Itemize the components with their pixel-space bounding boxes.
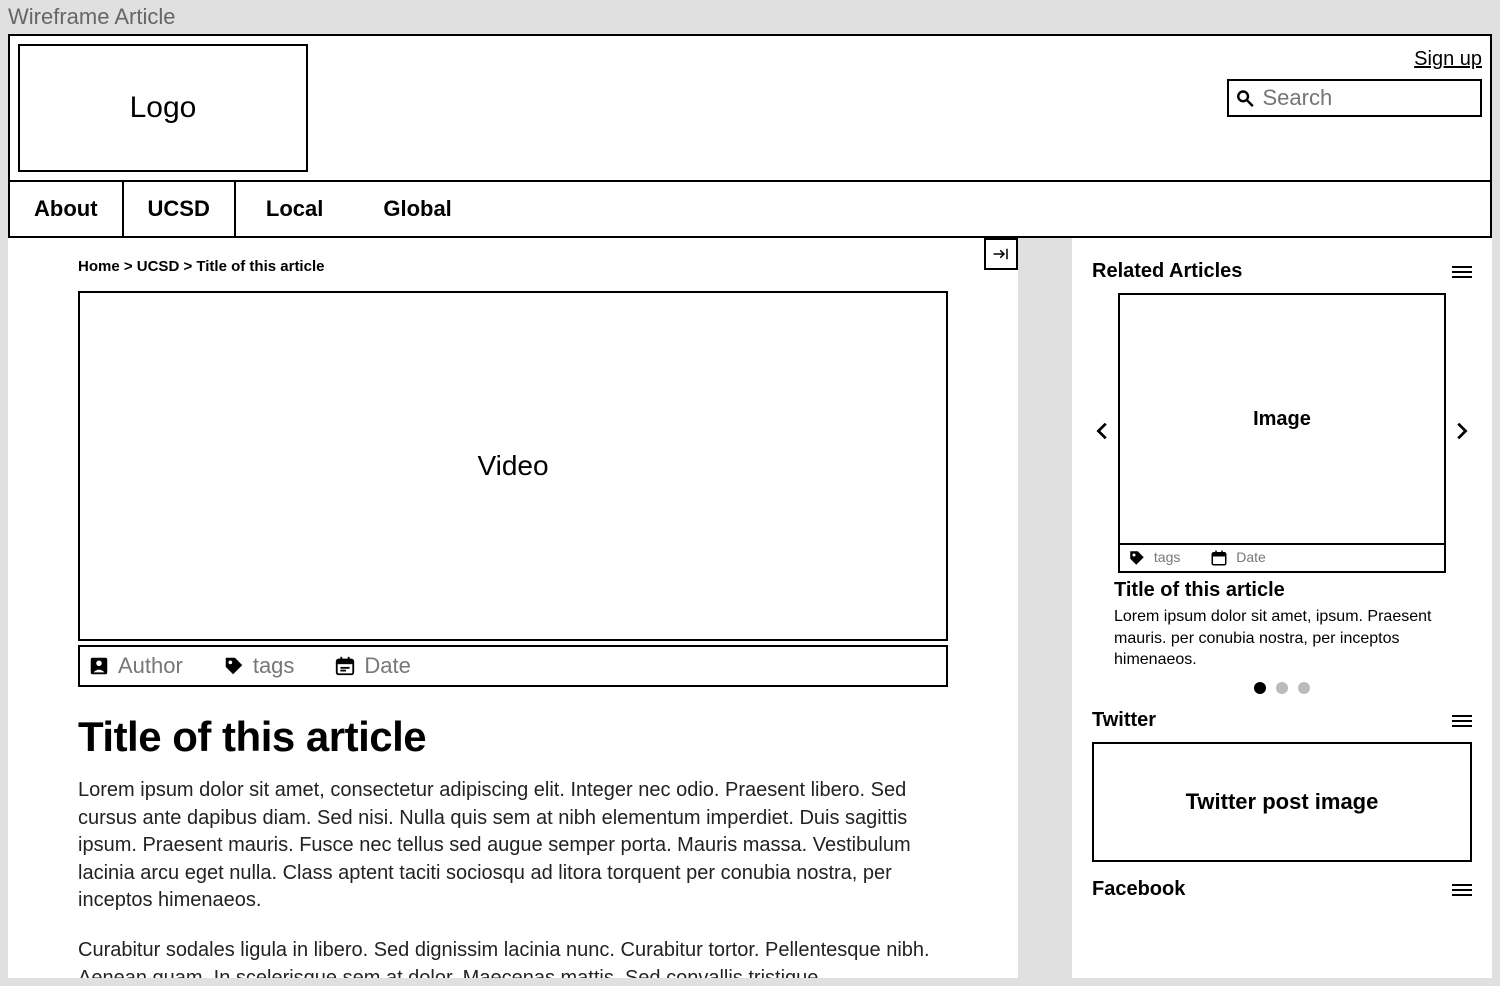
header: Logo Sign up [8,34,1492,182]
nav-about[interactable]: About [10,182,124,236]
related-heading: Related Articles [1092,260,1242,283]
tags-meta: tags [223,653,295,679]
dot-2[interactable] [1276,682,1288,694]
hamburger-icon[interactable] [1452,266,1472,278]
nav-local[interactable]: Local [236,182,353,236]
related-carousel: Image tags Date [1092,293,1472,573]
nav-ucsd[interactable]: UCSD [124,182,236,236]
card-tag-meta: tags [1128,549,1180,567]
twitter-heading: Twitter [1092,709,1156,732]
main-column: Home > UCSD > Title of this article Vide… [8,238,1018,978]
chevron-left-icon [1092,420,1114,442]
arrow-right-bar-icon [992,245,1010,263]
facebook-heading-row: Facebook [1092,878,1472,901]
signup-link[interactable]: Sign up [1414,48,1482,71]
twitter-box-label: Twitter post image [1186,788,1379,817]
twitter-heading-row: Twitter [1092,709,1472,732]
sidebar: Related Articles Image tags Date [1072,238,1492,978]
search-icon [1235,87,1254,109]
hamburger-icon[interactable] [1452,884,1472,896]
search-input[interactable] [1262,85,1474,111]
card-image-placeholder: Image [1120,295,1444,545]
carousel-dots [1092,681,1472,699]
author-icon [88,655,110,677]
next-button[interactable] [1450,416,1472,450]
date-icon [1210,549,1228,567]
video-placeholder[interactable]: Video [78,291,948,641]
tag-icon [223,655,245,677]
chevron-right-icon [1450,420,1472,442]
author-label: Author [118,653,183,679]
search-box[interactable] [1227,79,1482,117]
article-p1: Lorem ipsum dolor sit amet, consectetur … [78,777,948,915]
related-heading-row: Related Articles [1092,260,1472,283]
related-card[interactable]: Image tags Date [1118,293,1446,573]
breadcrumb[interactable]: Home > UCSD > Title of this article [78,258,948,275]
hamburger-icon[interactable] [1452,715,1472,727]
logo[interactable]: Logo [18,44,308,172]
twitter-post-placeholder[interactable]: Twitter post image [1092,742,1472,862]
dot-3[interactable] [1298,682,1310,694]
card-date-meta: Date [1210,549,1265,567]
prev-button[interactable] [1092,416,1114,450]
date-icon [334,655,356,677]
tag-icon [1128,549,1146,567]
date-meta: Date [334,653,410,679]
facebook-heading: Facebook [1092,878,1185,901]
navbar: About UCSD Local Global [8,182,1492,238]
card-title: Title of this article [1114,579,1472,602]
tags-label: tags [253,653,295,679]
card-description: Lorem ipsum dolor sit amet, ipsum. Praes… [1114,606,1434,671]
author-meta: Author [88,653,183,679]
card-meta: tags Date [1120,545,1444,571]
article-p2: Curabitur sodales ligula in libero. Sed … [78,937,948,978]
meta-bar: Author tags Date [78,645,948,687]
dot-1[interactable] [1254,682,1266,694]
article-title: Title of this article [78,713,948,761]
collapse-sidebar-button[interactable] [984,238,1018,270]
date-label: Date [364,653,410,679]
window-title: Wireframe Article [0,0,1500,34]
nav-global[interactable]: Global [353,182,481,236]
article-body: Lorem ipsum dolor sit amet, consectetur … [78,777,948,978]
